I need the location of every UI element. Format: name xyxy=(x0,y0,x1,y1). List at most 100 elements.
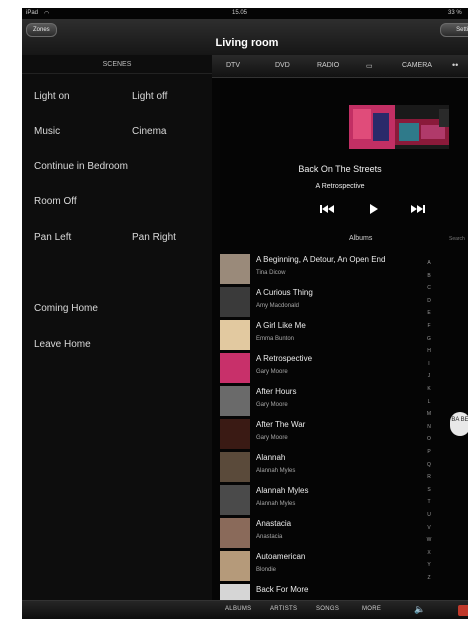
album-artist: Gary Moore xyxy=(256,369,288,375)
album-row[interactable]: A Curious Thing Amy Macdonald xyxy=(220,286,420,319)
scene-leave-home[interactable]: Leave Home xyxy=(34,339,91,350)
page-title: Living room xyxy=(215,37,279,49)
album-title: Alannah Myles xyxy=(256,486,309,495)
index-letter[interactable]: E xyxy=(424,310,434,316)
album-title: After Hours xyxy=(256,387,297,396)
tab-bar: ALBUMS ARTISTS SONGS MORE 🔈 xyxy=(22,600,468,619)
album-artist: Blondie xyxy=(256,567,277,573)
index-letter[interactable]: V xyxy=(424,525,434,531)
letter-bubble: BA BE xyxy=(450,412,468,436)
album-row[interactable]: Anastacia Anastacia xyxy=(220,517,420,550)
scene-pan-right[interactable]: Pan Right xyxy=(132,232,176,243)
zones-button[interactable]: Zones xyxy=(26,23,57,37)
index-letter[interactable]: Y xyxy=(424,562,434,568)
album-row[interactable]: A Retrospective Gary Moore xyxy=(220,352,420,385)
tab-artists[interactable]: ARTISTS xyxy=(270,606,297,612)
source-radio[interactable]: RADIO xyxy=(317,62,339,69)
album-title: Autoamerican xyxy=(256,552,306,561)
album-row[interactable]: After The War Gary Moore xyxy=(220,418,420,451)
scene-music[interactable]: Music xyxy=(34,126,60,137)
index-letter[interactable]: R xyxy=(424,474,434,480)
album-row[interactable]: A Beginning, A Detour, An Open End Tina … xyxy=(220,253,420,286)
album-title: A Retrospective xyxy=(256,354,313,363)
album-row[interactable]: Autoamerican Blondie xyxy=(220,550,420,583)
album-artist: Gary Moore xyxy=(256,402,288,408)
device-label: iPad xyxy=(26,10,39,16)
tab-albums[interactable]: ALBUMS xyxy=(225,606,251,612)
album-title: Alannah xyxy=(256,453,286,462)
album-thumbnail xyxy=(220,320,250,350)
scene-cinema[interactable]: Cinema xyxy=(132,126,166,137)
source-bar: DTV DVD RADIO ▭ CAMERA •• xyxy=(212,55,468,78)
scene-continue-bedroom[interactable]: Continue in Bedroom xyxy=(34,161,128,172)
previous-icon[interactable] xyxy=(319,203,335,215)
top-bar: Zones Living room Settings xyxy=(22,19,468,55)
index-letter[interactable]: I xyxy=(424,361,434,367)
index-letter[interactable]: N xyxy=(424,424,434,430)
scene-coming-home[interactable]: Coming Home xyxy=(34,303,98,314)
album-title: Anastacia xyxy=(256,519,292,528)
album-row[interactable]: Back For More xyxy=(220,583,420,600)
album-title: A Beginning, A Detour, An Open End xyxy=(256,255,386,264)
album-row[interactable]: After Hours Gary Moore xyxy=(220,385,420,418)
album-art xyxy=(349,105,449,149)
album-thumbnail xyxy=(220,386,250,416)
scene-room-off[interactable]: Room Off xyxy=(34,196,77,207)
albums-header: Albums xyxy=(349,235,373,242)
index-letter[interactable]: Q xyxy=(424,462,434,468)
source-camera[interactable]: CAMERA xyxy=(402,62,432,69)
album-artist: Anastacia xyxy=(256,534,283,540)
index-letter[interactable]: W xyxy=(424,537,434,543)
index-letter[interactable]: C xyxy=(424,285,434,291)
album-row[interactable]: Alannah Myles Alannah Myles xyxy=(220,484,420,517)
album-row[interactable]: Alannah Alannah Myles xyxy=(220,451,420,484)
album-thumbnail xyxy=(220,353,250,383)
album-artist: Tina Dicow xyxy=(256,270,286,276)
index-letter[interactable]: G xyxy=(424,336,434,342)
tab-songs[interactable]: SONGS xyxy=(316,606,339,612)
index-letter[interactable]: J xyxy=(424,373,434,379)
speaker-icon[interactable]: 🔈 xyxy=(414,604,426,615)
now-playing-album: A Retrospective xyxy=(315,183,365,190)
tab-more[interactable]: MORE xyxy=(362,606,381,612)
index-letter[interactable]: S xyxy=(424,487,434,493)
index-letter[interactable]: B xyxy=(424,273,434,279)
album-thumbnail xyxy=(220,254,250,284)
album-thumbnail xyxy=(220,584,250,600)
album-artist: Alannah Myles xyxy=(256,501,296,507)
next-icon[interactable] xyxy=(410,203,426,215)
play-icon[interactable] xyxy=(367,203,379,215)
index-letter[interactable]: K xyxy=(424,386,434,392)
album-title: A Girl Like Me xyxy=(256,321,306,330)
settings-button[interactable]: Settings xyxy=(440,23,468,37)
index-letter[interactable]: X xyxy=(424,550,434,556)
source-dvd[interactable]: DVD xyxy=(275,62,290,69)
index-letter[interactable]: Z xyxy=(424,575,434,581)
index-letter[interactable]: M xyxy=(424,411,434,417)
index-letter[interactable]: P xyxy=(424,449,434,455)
scene-light-off[interactable]: Light off xyxy=(132,91,167,102)
index-letter[interactable]: L xyxy=(424,399,434,405)
index-letter[interactable]: A xyxy=(424,260,434,266)
power-button[interactable] xyxy=(458,605,468,616)
scene-light-on[interactable]: Light on xyxy=(34,91,70,102)
battery-text: 33 % xyxy=(448,10,462,16)
index-letter[interactable]: U xyxy=(424,512,434,518)
album-row[interactable]: A Girl Like Me Emma Bunton xyxy=(220,319,420,352)
search-field[interactable]: Search xyxy=(449,236,465,242)
index-letter[interactable]: D xyxy=(424,298,434,304)
scene-pan-left[interactable]: Pan Left xyxy=(34,232,71,243)
more-dots-icon[interactable]: •• xyxy=(452,60,458,70)
source-dtv[interactable]: DTV xyxy=(226,62,240,69)
tv-icon[interactable]: ▭ xyxy=(366,62,373,70)
index-letter[interactable]: F xyxy=(424,323,434,329)
index-letter[interactable]: O xyxy=(424,436,434,442)
album-artist: Amy Macdonald xyxy=(256,303,300,309)
album-thumbnail xyxy=(220,287,250,317)
index-letter[interactable]: T xyxy=(424,499,434,505)
now-playing-title: Back On The Streets xyxy=(298,164,382,174)
album-thumbnail xyxy=(220,551,250,581)
ipad-screen: iPad ◠ 15.05 33 % Zones Living room Sett… xyxy=(22,8,468,619)
status-bar: iPad ◠ 15.05 33 % xyxy=(22,8,468,19)
index-letter[interactable]: H xyxy=(424,348,434,354)
